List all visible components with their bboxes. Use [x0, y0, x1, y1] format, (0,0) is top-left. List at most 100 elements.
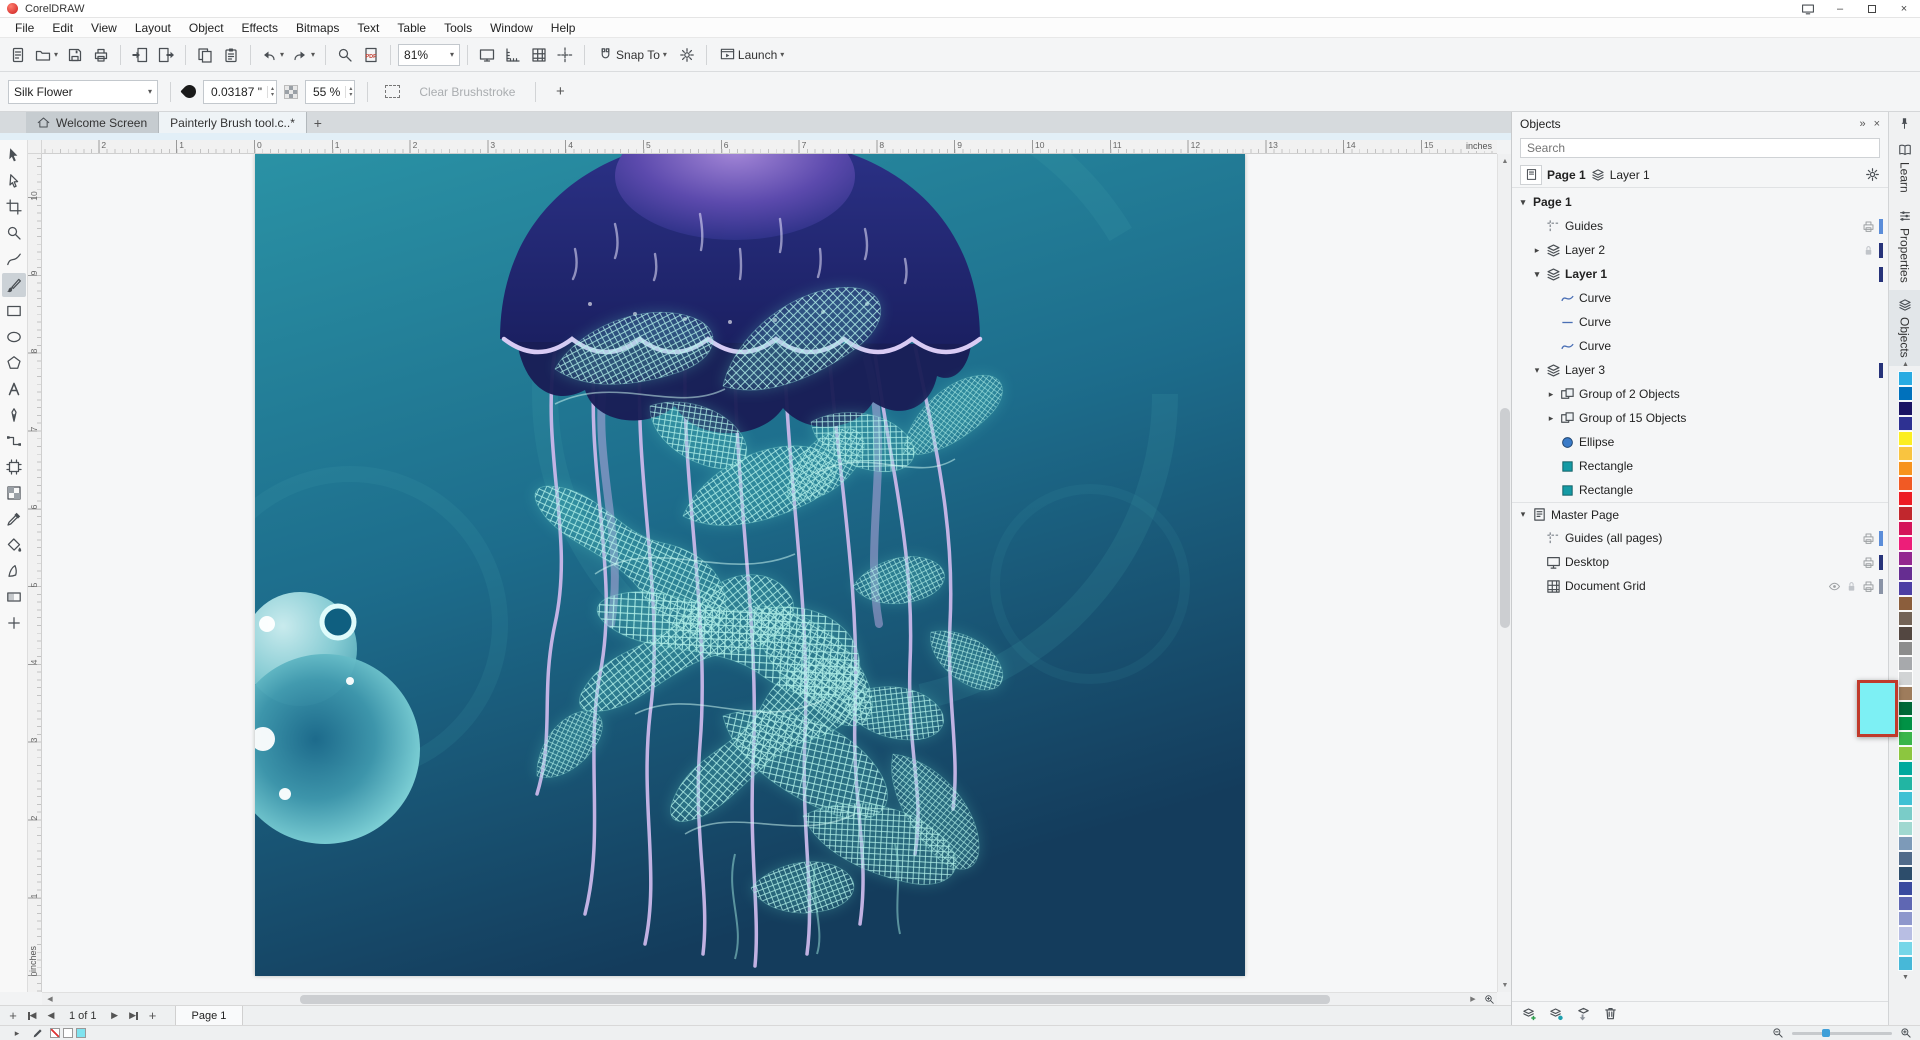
color-swatch[interactable]	[1898, 611, 1913, 626]
color-swatch[interactable]	[1898, 386, 1913, 401]
vertical-scrollbar[interactable]: ▲ ▼	[1497, 154, 1511, 992]
zoom-slider[interactable]	[1792, 1028, 1892, 1038]
docker-close-icon[interactable]: ×	[1874, 118, 1880, 130]
spinner-arrows[interactable]: ▴▾	[345, 86, 352, 98]
color-swatch[interactable]	[1898, 836, 1913, 851]
color-swatch[interactable]	[1898, 416, 1913, 431]
next-page-button[interactable]: ▶	[106, 1007, 124, 1025]
menu-view[interactable]: View	[82, 19, 126, 37]
page-icon[interactable]	[1520, 165, 1542, 185]
color-swatch-flyout[interactable]	[1857, 680, 1898, 737]
stroke-width-spinner[interactable]: 0.03187 " ▴▾	[203, 80, 277, 104]
color-swatch[interactable]	[1898, 371, 1913, 386]
docker-tab-objects[interactable]: Objects	[1889, 290, 1920, 366]
color-swatch[interactable]	[1898, 896, 1913, 911]
tree-row-desktop[interactable]: Desktop	[1512, 550, 1888, 574]
scroll-right-icon[interactable]: ▶	[1465, 993, 1481, 1006]
tree-row-page-1[interactable]: ▾Page 1	[1512, 190, 1888, 214]
tree-row-document-grid[interactable]: Document Grid	[1512, 574, 1888, 598]
zoom-slider-thumb[interactable]	[1822, 1029, 1830, 1037]
tree-row-guides[interactable]: Guides	[1512, 214, 1888, 238]
color-swatch[interactable]	[1898, 791, 1913, 806]
eyedropper-tool[interactable]	[2, 507, 26, 531]
docker-tab-properties[interactable]: Properties	[1889, 201, 1920, 291]
text-tool[interactable]	[2, 377, 26, 401]
tab-welcome-screen[interactable]: Welcome Screen	[26, 112, 159, 133]
horizontal-scrollbar[interactable]: ◀ ▶	[42, 992, 1497, 1005]
new-layer-button[interactable]	[1522, 1006, 1537, 1021]
color-swatch[interactable]	[1898, 701, 1913, 716]
palette-scroll-down-icon[interactable]: ▼	[1898, 971, 1913, 984]
expander-right-icon[interactable]: ▸	[1544, 413, 1558, 424]
horizontal-scroll-track[interactable]	[58, 993, 1465, 1006]
color-swatch[interactable]	[1898, 956, 1913, 971]
no-color-swatch[interactable]	[50, 1028, 60, 1038]
move-to-layer-button[interactable]	[1576, 1006, 1591, 1021]
color-swatch[interactable]	[1898, 911, 1913, 926]
scroll-down-icon[interactable]: ▼	[1498, 978, 1512, 992]
breadcrumb-layer[interactable]: Layer 1	[1610, 168, 1650, 182]
search-input[interactable]	[1521, 139, 1879, 157]
tree-row-group-of-2-objects[interactable]: ▸Group of 2 Objects	[1512, 382, 1888, 406]
show-rulers-button[interactable]	[501, 42, 525, 68]
zoom-to-page-button[interactable]	[1481, 993, 1497, 1006]
search-content-button[interactable]	[333, 42, 357, 68]
show-grid-button[interactable]	[527, 42, 551, 68]
tree-row-rectangle[interactable]: Rectangle	[1512, 454, 1888, 478]
docker-collapse-icon[interactable]: »	[1859, 118, 1865, 130]
new-master-layer-button[interactable]	[1549, 1006, 1564, 1021]
color-swatch[interactable]	[1898, 731, 1913, 746]
color-swatch[interactable]	[1898, 851, 1913, 866]
menu-effects[interactable]: Effects	[233, 19, 287, 37]
interactive-fill-tool[interactable]	[2, 585, 26, 609]
color-swatch[interactable]	[1898, 686, 1913, 701]
color-swatch[interactable]	[1898, 746, 1913, 761]
options-button[interactable]	[675, 42, 699, 68]
close-button[interactable]: ×	[1888, 0, 1920, 17]
import-button[interactable]	[128, 42, 152, 68]
fill-tool[interactable]	[2, 533, 26, 557]
menu-bitmaps[interactable]: Bitmaps	[287, 19, 348, 37]
freehand-tool[interactable]	[2, 247, 26, 271]
connector-tool[interactable]	[2, 429, 26, 453]
add-brushstroke-button[interactable]: +	[548, 79, 572, 105]
export-button[interactable]	[154, 42, 178, 68]
vertical-scroll-thumb[interactable]	[1500, 408, 1510, 628]
color-swatch[interactable]	[1898, 881, 1913, 896]
menu-object[interactable]: Object	[180, 19, 233, 37]
color-swatch[interactable]	[1898, 866, 1913, 881]
color-swatch[interactable]	[1898, 926, 1913, 941]
menu-window[interactable]: Window	[481, 19, 542, 37]
tab-document[interactable]: Painterly Brush tool.c..*	[159, 112, 307, 133]
expander-down-icon[interactable]: ▾	[1530, 365, 1544, 376]
tree-row-layer-1[interactable]: ▾Layer 1	[1512, 262, 1888, 286]
transparency-spinner[interactable]: 55 % ▴▾	[305, 80, 355, 104]
color-swatch[interactable]	[1898, 941, 1913, 956]
menu-text[interactable]: Text	[348, 19, 388, 37]
expander-down-icon[interactable]: ▾	[1516, 509, 1530, 520]
pin-icon[interactable]	[1889, 112, 1920, 135]
rectangle-tool[interactable]	[2, 299, 26, 323]
artistic-media-tool[interactable]	[2, 273, 26, 297]
scroll-left-icon[interactable]: ◀	[42, 993, 58, 1006]
drawing-canvas[interactable]	[42, 154, 1497, 992]
redo-button[interactable]: ▾	[289, 42, 318, 68]
vertical-ruler[interactable]: inches 109876543210	[28, 154, 42, 992]
tree-row-ellipse[interactable]: Ellipse	[1512, 430, 1888, 454]
color-swatch[interactable]	[1898, 761, 1913, 776]
color-swatch[interactable]	[1898, 641, 1913, 656]
color-swatch[interactable]	[1898, 821, 1913, 836]
color-swatch[interactable]	[1898, 461, 1913, 476]
zoom-out-icon[interactable]	[1772, 1027, 1784, 1039]
color-swatch[interactable]	[1898, 776, 1913, 791]
undo-button[interactable]: ▾	[258, 42, 287, 68]
status-color-swatch[interactable]	[63, 1028, 73, 1038]
color-swatch[interactable]	[1898, 671, 1913, 686]
tree-row-master-page[interactable]: ▾Master Page	[1512, 502, 1888, 526]
new-document-button[interactable]	[6, 42, 30, 68]
add-page-button[interactable]: +	[4, 1007, 22, 1025]
tree-row-curve[interactable]: Curve	[1512, 286, 1888, 310]
expander-down-icon[interactable]: ▾	[1516, 197, 1530, 208]
tree-row-curve[interactable]: Curve	[1512, 334, 1888, 358]
color-swatch[interactable]	[1898, 656, 1913, 671]
